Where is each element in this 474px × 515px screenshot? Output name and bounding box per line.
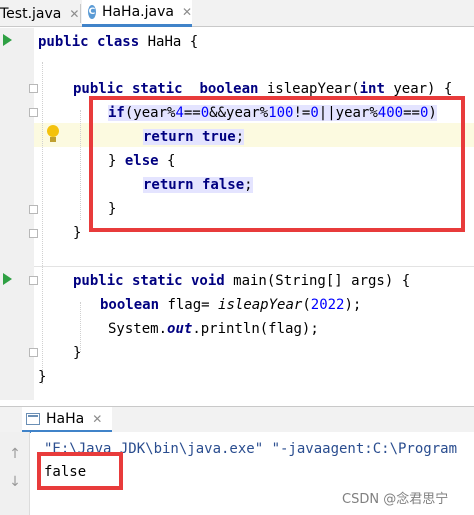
fold-marker-icon[interactable] xyxy=(29,276,38,285)
code-text: System. xyxy=(108,321,168,337)
bulb-base xyxy=(50,137,56,142)
run-tab-haha[interactable]: HaHa ✕ xyxy=(22,407,113,433)
code-text: flag= xyxy=(159,297,219,313)
fold-marker-icon[interactable] xyxy=(29,205,38,214)
fold-marker-icon[interactable] xyxy=(29,229,38,238)
console-icon xyxy=(26,412,40,425)
arrow-up-icon[interactable]: ↑ xyxy=(8,446,22,462)
arrow-down-icon[interactable]: ↓ xyxy=(8,474,22,490)
code-text: ( xyxy=(302,297,311,313)
code-line-10: boolean flag= isleapYear(2022); xyxy=(100,293,361,317)
java-class-icon: C xyxy=(88,5,96,19)
close-icon[interactable]: ✕ xyxy=(182,5,192,19)
code-text: isleapYear( xyxy=(258,81,360,97)
run-toolbar: ↑ ↓ xyxy=(0,432,30,515)
code-line-1: public class HaHa { xyxy=(38,30,198,54)
lightbulb-icon[interactable] xyxy=(46,124,60,146)
fold-marker-icon[interactable] xyxy=(29,348,38,357)
tab-divider xyxy=(80,4,81,23)
static-field: out xyxy=(167,321,193,337)
bulb-glass xyxy=(47,125,59,137)
code-line-9: public static void main(String[] args) { xyxy=(73,269,410,293)
code-text: main(String[] args) { xyxy=(224,273,411,289)
indent-guide xyxy=(42,62,43,384)
code-line-11: System.out.println(flag); xyxy=(108,317,319,341)
code-text: .println(flag); xyxy=(192,321,319,337)
run-class-icon[interactable] xyxy=(3,34,12,46)
highlight-box-method-body xyxy=(89,96,465,232)
method-separator xyxy=(34,266,474,267)
code-line-13: } xyxy=(38,369,47,385)
highlight-box-output xyxy=(37,452,123,490)
indent-guide xyxy=(80,110,81,220)
tab-test-java[interactable]: Test.java ✕ xyxy=(0,0,80,27)
number-literal: 2022 xyxy=(310,297,345,313)
close-icon[interactable]: ✕ xyxy=(92,412,102,426)
keyword: boolean xyxy=(199,81,259,97)
fold-marker-icon[interactable] xyxy=(29,108,38,117)
close-icon[interactable]: ✕ xyxy=(69,7,79,21)
keyword: public static xyxy=(73,81,183,97)
code-text: HaHa { xyxy=(139,34,199,50)
keyword: int xyxy=(359,81,385,97)
run-tab-label: HaHa xyxy=(46,410,85,427)
watermark: CSDN @念君思宁 xyxy=(342,492,449,507)
code-line-12: } xyxy=(73,345,82,361)
code-line-8: } xyxy=(73,225,82,241)
keyword: boolean xyxy=(100,297,160,313)
code-text: year) { xyxy=(384,81,453,97)
code-text: ); xyxy=(344,297,362,313)
tab-label: Test.java xyxy=(0,5,62,22)
keyword: public class xyxy=(38,34,140,50)
editor-tab-bar: Test.java ✕ C HaHa.java ✕ xyxy=(0,0,474,27)
method-call: isleapYear xyxy=(218,297,303,313)
tab-label: HaHa.java xyxy=(101,4,174,20)
keyword: public static void xyxy=(73,273,225,289)
run-tool-window-header: HaHa ✕ xyxy=(0,406,474,433)
fold-marker-icon[interactable] xyxy=(29,84,38,93)
tab-haha-java[interactable]: C HaHa.java ✕ xyxy=(82,0,192,27)
run-main-icon[interactable] xyxy=(3,273,12,285)
